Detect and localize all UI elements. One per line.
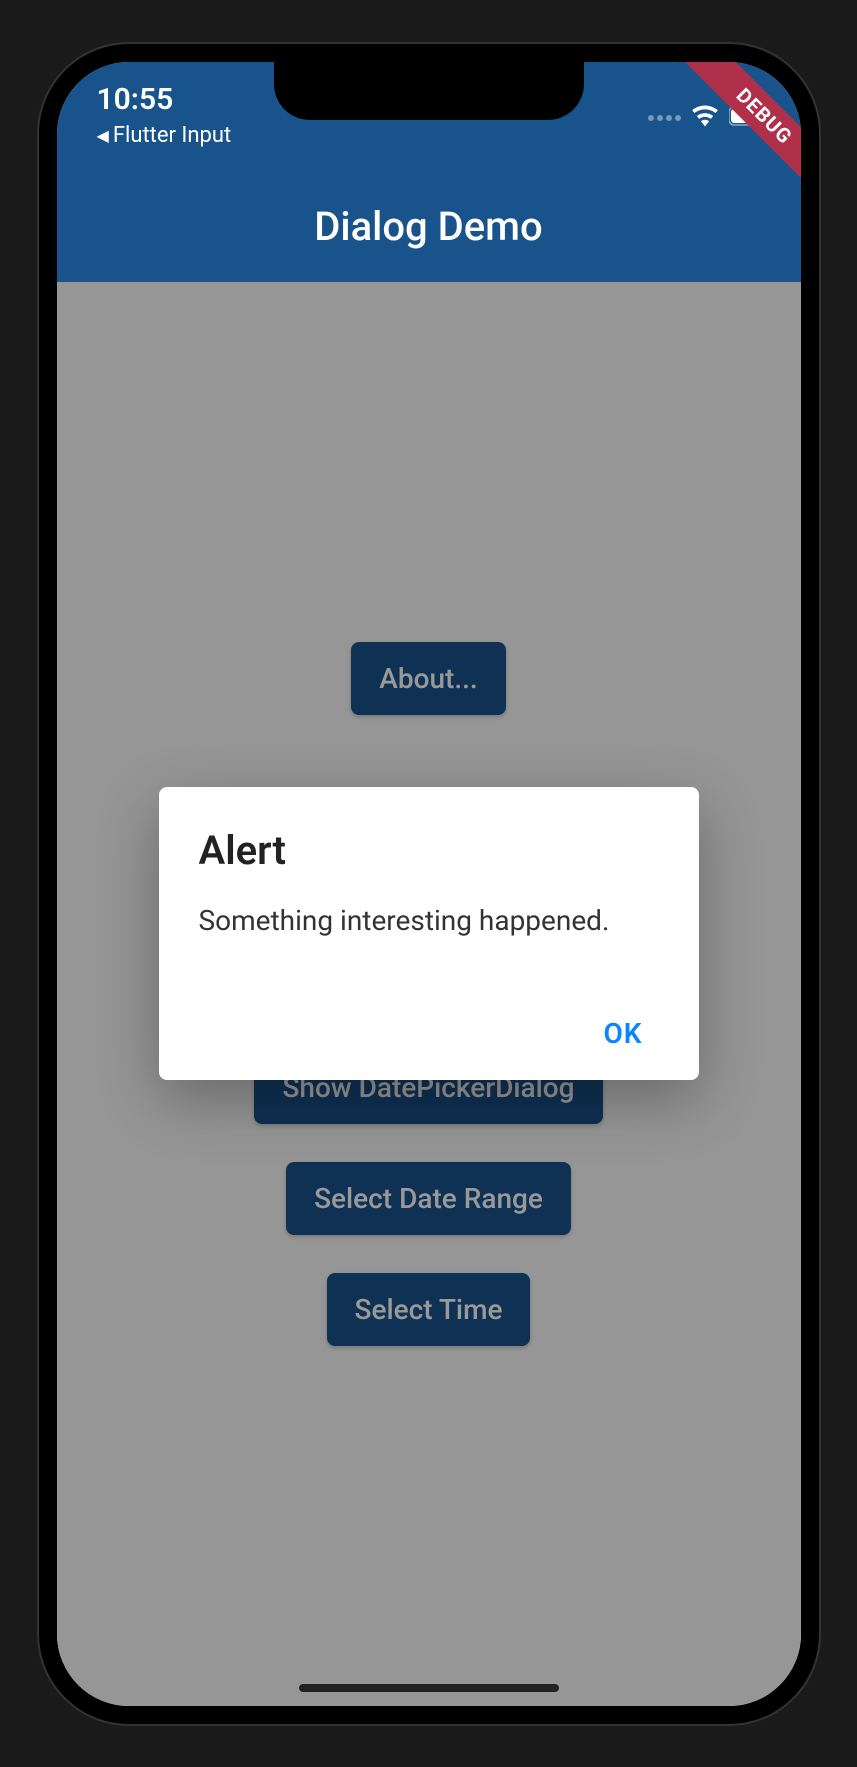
breadcrumb-label: Flutter Input <box>113 123 231 148</box>
status-time: 10:55 <box>97 82 232 117</box>
phone-notch <box>274 62 584 120</box>
dialog-actions: OK <box>199 1007 659 1060</box>
dialog-title: Alert <box>199 827 659 874</box>
home-indicator[interactable] <box>299 1684 559 1692</box>
back-arrow-icon: ◀ <box>97 126 109 145</box>
breadcrumb-back[interactable]: ◀ Flutter Input <box>97 123 232 148</box>
ok-button[interactable]: OK <box>587 1007 658 1060</box>
page-title: Dialog Demo <box>314 203 542 250</box>
signal-icon <box>648 115 681 121</box>
content-area: About... Show DatePickerDialog Select Da… <box>57 282 801 1706</box>
app-bar: Dialog Demo <box>57 172 801 282</box>
phone-screen: DEBUG 10:55 ◀ Flutter Input <box>57 62 801 1706</box>
dialog-scrim[interactable]: Alert Something interesting happened. OK <box>57 282 801 1706</box>
phone-frame: DEBUG 10:55 ◀ Flutter Input <box>39 44 819 1724</box>
wifi-icon <box>691 102 719 134</box>
alert-dialog: Alert Something interesting happened. OK <box>159 787 699 1080</box>
status-bar-left: 10:55 ◀ Flutter Input <box>97 82 232 148</box>
dialog-message: Something interesting happened. <box>199 904 659 937</box>
